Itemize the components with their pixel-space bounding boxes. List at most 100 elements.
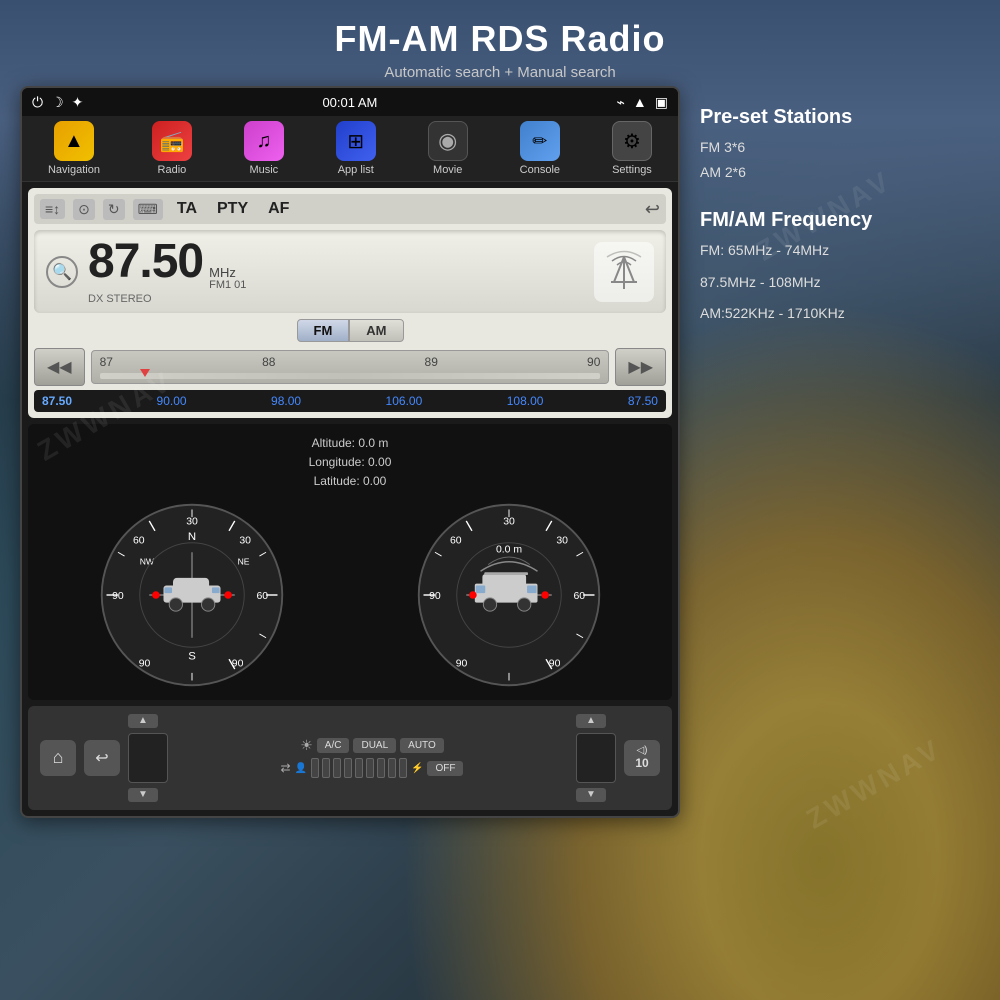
- wifi-icon: ▲: [633, 94, 647, 110]
- nav-item-navigation[interactable]: ▲ Navigation: [48, 121, 100, 176]
- tune-forward-button[interactable]: ▶▶: [615, 348, 666, 386]
- nav-item-radio[interactable]: 📻 Radio: [152, 121, 192, 176]
- brightness-icon: ✦: [72, 94, 84, 111]
- svg-text:90: 90: [138, 658, 150, 669]
- temp-left-up[interactable]: ▲: [128, 714, 158, 728]
- antenna-icon: [594, 242, 654, 302]
- preset-1[interactable]: 87.50: [38, 392, 76, 410]
- preset-fm: FM 3*6: [700, 135, 980, 160]
- af-button[interactable]: AF: [262, 198, 295, 220]
- nav-label-movie: Movie: [433, 164, 462, 176]
- temp-right-up[interactable]: ▲: [576, 714, 606, 728]
- off-button[interactable]: OFF: [427, 761, 463, 776]
- preset-5[interactable]: 108.00: [503, 392, 548, 410]
- vent-4: [344, 758, 352, 778]
- nav-item-movie[interactable]: ◉ Movie: [428, 121, 468, 176]
- climate-bar: ⌂ ↩ ▲ ▼ ☀ A/C DUAL AUTO: [28, 706, 672, 810]
- fm-range2: 87.5MHz - 108MHz: [700, 270, 980, 295]
- title-area: FM-AM RDS Radio Automatic search + Manua…: [335, 0, 666, 86]
- radio-icon: 📻: [152, 121, 192, 161]
- svg-text:90: 90: [548, 658, 560, 669]
- tuner-indicator: [140, 369, 150, 377]
- back-nav-button[interactable]: ↩: [84, 740, 120, 776]
- music-icon: ♫: [244, 121, 284, 161]
- gps-info: Altitude: 0.0 m Longitude: 0.00 Latitude…: [38, 434, 662, 492]
- svg-text:60: 60: [132, 535, 144, 546]
- radio-toolbar: ≡↕ ⊙ ↻ ⌨ TA PTY AF ↩: [34, 194, 666, 224]
- preset-row: 87.50 90.00 98.00 106.00 108.00 87.50: [34, 390, 666, 412]
- svg-text:90: 90: [231, 658, 243, 669]
- equalizer-icon[interactable]: ≡↕: [40, 199, 65, 219]
- svg-text:0.0 m: 0.0 m: [495, 544, 521, 555]
- ac-button[interactable]: A/C: [317, 738, 350, 753]
- applist-icon: ⊞: [336, 121, 376, 161]
- vent-2: [322, 758, 330, 778]
- svg-text:90: 90: [429, 590, 441, 601]
- temp-left-controls: ▲ ▼: [128, 714, 168, 802]
- pty-button[interactable]: PTY: [211, 198, 254, 220]
- nav-label-applist: App list: [338, 164, 374, 176]
- nav-label-settings: Settings: [612, 164, 652, 176]
- dx-stereo: DX STEREO: [88, 293, 246, 305]
- temp-right-display: [576, 733, 616, 783]
- ta-button[interactable]: TA: [171, 198, 203, 220]
- moon-icon: ☽: [51, 94, 64, 111]
- keyboard-icon[interactable]: ⌨: [133, 199, 163, 220]
- back-button[interactable]: ↩: [645, 199, 660, 220]
- svg-text:90: 90: [455, 658, 467, 669]
- gps-dashboard: Altitude: 0.0 m Longitude: 0.00 Latitude…: [28, 424, 672, 700]
- freq-unit: MHz: [209, 266, 246, 279]
- temp-right-down[interactable]: ▼: [576, 788, 606, 802]
- preset-6[interactable]: 87.50: [624, 392, 662, 410]
- tune-backward-button[interactable]: ◀◀: [34, 348, 85, 386]
- settings-icon: ⚙: [612, 121, 652, 161]
- temp-right-controls: ▲ ▼: [576, 714, 616, 802]
- mark-87: 87: [100, 355, 113, 369]
- svg-text:30: 30: [503, 516, 515, 527]
- preset-stations-title: Pre-set Stations: [700, 106, 980, 129]
- frequency-title: FM/AM Frequency: [700, 209, 980, 232]
- fmam-buttons: FM AM: [34, 319, 666, 342]
- fm-button[interactable]: FM: [297, 319, 350, 342]
- vent-8: [388, 758, 396, 778]
- home-button[interactable]: ⌂: [40, 740, 76, 776]
- nav-item-applist[interactable]: ⊞ App list: [336, 121, 376, 176]
- movie-icon: ◉: [428, 121, 468, 161]
- auto-button[interactable]: AUTO: [400, 738, 444, 753]
- preset-stations-section: Pre-set Stations FM 3*6 AM 2*6: [700, 106, 980, 185]
- nav-item-music[interactable]: ♫ Music: [244, 121, 284, 176]
- svg-text:NE: NE: [237, 556, 249, 566]
- vent-6: [366, 758, 374, 778]
- radio-panel: ≡↕ ⊙ ↻ ⌨ TA PTY AF ↩ 🔍 87: [28, 188, 672, 418]
- svg-text:60: 60: [449, 535, 461, 546]
- device-screen: ⏻ ☽ ✦ 00:01 AM ⌁ ▲ ▣ ▲ Navigation: [20, 86, 680, 818]
- svg-text:S: S: [188, 650, 196, 662]
- nav-label-radio: Radio: [158, 164, 187, 176]
- svg-text:60: 60: [573, 590, 585, 601]
- tuner-scale[interactable]: 87 88 89 90: [91, 350, 610, 384]
- preset-4[interactable]: 106.00: [382, 392, 427, 410]
- page-title: FM-AM RDS Radio: [335, 18, 666, 60]
- record-icon[interactable]: ⊙: [73, 199, 95, 220]
- nav-item-settings[interactable]: ⚙ Settings: [612, 121, 652, 176]
- gps-longitude: Longitude: 0.00: [38, 453, 662, 472]
- preset-2[interactable]: 90.00: [153, 392, 191, 410]
- preset-3[interactable]: 98.00: [267, 392, 305, 410]
- search-button[interactable]: 🔍: [46, 256, 78, 288]
- dual-button[interactable]: DUAL: [353, 738, 396, 753]
- nav-item-console[interactable]: ✏ Console: [520, 121, 560, 176]
- svg-text:30: 30: [239, 535, 251, 546]
- usb-icon: ⌁: [616, 94, 624, 111]
- speedometer-left: 90 60 30 30 60 90 90 N: [97, 500, 287, 690]
- vent-1: [311, 758, 319, 778]
- fm-range1: FM: 65MHz - 74MHz: [700, 238, 980, 263]
- volume-button[interactable]: ◁) 10: [624, 740, 660, 776]
- power-icon: ⏻: [32, 94, 43, 111]
- loop-icon[interactable]: ↻: [103, 199, 125, 220]
- am-button[interactable]: AM: [349, 319, 403, 342]
- temp-left-down[interactable]: ▼: [128, 788, 158, 802]
- status-time: 00:01 AM: [322, 95, 377, 110]
- tuner-marks: 87 88 89 90: [100, 355, 601, 369]
- frequency-value: 87.50: [88, 238, 203, 286]
- freq-main: 87.50 MHz FM1 01 DX STEREO: [88, 238, 246, 305]
